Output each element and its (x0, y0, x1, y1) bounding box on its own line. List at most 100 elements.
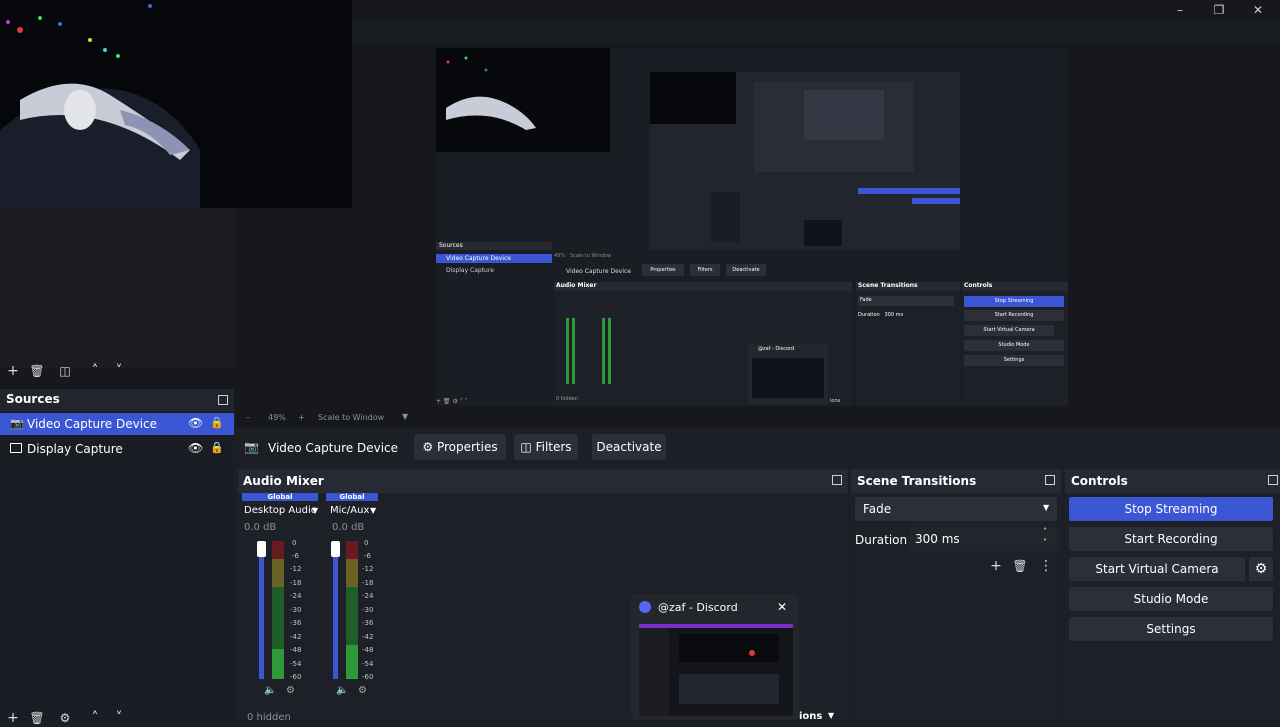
nested-sources-title: Sources (439, 242, 463, 249)
nested-filters: Filters (690, 264, 720, 276)
scene-transitions-dock: Scene Transitions Fade ▼ Duration 300 ms… (851, 469, 1061, 720)
audio-mixer-title: Audio Mixer (243, 474, 324, 488)
virtual-camera-settings-icon[interactable]: ⚙ (1249, 557, 1273, 581)
properties-button[interactable]: ⚙ Properties (414, 434, 506, 460)
controls-dock: Controls Stop Streaming Start Recording … (1065, 469, 1280, 720)
source-up-icon[interactable]: ˄ (86, 709, 104, 727)
scene-transitions-header: Scene Transitions (851, 469, 1061, 493)
source-label: Video Capture Device (27, 417, 158, 431)
zoom-bar: – 49% + Scale to Window ▼ (236, 410, 1280, 428)
channel-name[interactable]: Mic/Aux (330, 505, 369, 516)
audio-mixer-header: Audio Mixer (238, 469, 848, 493)
filters-icon[interactable]: ◫ (56, 362, 74, 380)
nested-toolbar: + 🗑 ⚙ ˄ ˅ (436, 398, 468, 405)
scale-mode[interactable]: Scale to Window (318, 413, 384, 422)
volume-slider-handle[interactable] (331, 541, 340, 557)
discord-thumbnail-popup[interactable]: @zaf - Discord ✕ (631, 594, 799, 720)
chevron-down-icon[interactable]: ▼ (828, 711, 834, 720)
add-transition-icon[interactable]: + (987, 557, 1005, 575)
start-virtual-camera-button[interactable]: Start Virtual Camera (1069, 557, 1245, 581)
transition-value: Fade (863, 502, 892, 516)
discord-title: @zaf - Discord (658, 601, 738, 614)
volume-slider-track[interactable] (259, 541, 264, 679)
nested-start-recording: Start Recording (964, 310, 1064, 321)
eye-icon[interactable]: 👁 (188, 416, 203, 430)
discord-preview (639, 624, 793, 716)
channel-level: 0.0 dB (244, 522, 277, 533)
filters-button[interactable]: ◫ Filters (514, 434, 578, 460)
sources-dock-header: Sources (0, 389, 234, 411)
duration-value: 300 ms (915, 532, 960, 546)
stop-streaming-button[interactable]: Stop Streaming (1069, 497, 1273, 521)
lock-icon[interactable]: 🔒 (210, 416, 224, 429)
channel-level: 0.0 dB (332, 522, 365, 533)
zoom-out-icon[interactable]: – (246, 413, 250, 422)
global-badge: Global (242, 493, 318, 501)
close-icon[interactable]: ✕ (1248, 2, 1268, 18)
transitions-float-icon[interactable] (1045, 475, 1055, 485)
add-scene-icon[interactable]: + (4, 362, 22, 380)
audio-mixer-float-icon[interactable] (832, 475, 842, 485)
scale-mode-dropdown-icon[interactable]: ▼ (402, 412, 408, 421)
mixer-settings-icon[interactable]: ⚙ (286, 685, 295, 696)
nested-duration: Duration 300 ms (858, 312, 904, 318)
monitor-icon (10, 443, 22, 453)
source-item-display-capture[interactable]: Display Capture 👁 🔒 (0, 438, 234, 460)
nested-audio-title: Audio Mixer (556, 282, 597, 289)
sources-title: Sources (6, 392, 60, 406)
channel-name[interactable]: Desktop Audio (244, 505, 317, 516)
source-down-icon[interactable]: ˅ (110, 709, 128, 727)
remove-transition-icon[interactable]: 🗑 (1011, 557, 1029, 575)
eye-icon[interactable]: 👁 (188, 441, 203, 455)
selected-source-label: Video Capture Device (268, 441, 399, 455)
more-options-icon[interactable]: ⋮ (1037, 557, 1055, 575)
source-item-video-capture[interactable]: 📷 Video Capture Device 👁 🔒 (0, 413, 234, 435)
hidden-count: 0 hidden (247, 712, 291, 723)
controls-header: Controls (1065, 469, 1280, 493)
mixer-settings-icon[interactable]: ⚙ (358, 685, 367, 696)
camera-icon: 📷 (244, 440, 259, 454)
volume-slider-handle[interactable] (257, 541, 266, 557)
duration-input[interactable]: 300 ms ˄ ˅ (909, 527, 1057, 551)
source-settings-icon[interactable]: ⚙ (56, 709, 74, 727)
left-dock-background (0, 208, 236, 368)
volume-slider-track[interactable] (333, 541, 338, 679)
spin-up-icon[interactable]: ˄ (1043, 527, 1047, 536)
minimize-icon[interactable]: – (1170, 2, 1190, 18)
start-recording-button[interactable]: Start Recording (1069, 527, 1273, 551)
nested-inner-preview (650, 72, 960, 250)
chevron-down-icon[interactable]: ▼ (370, 506, 376, 515)
nested-controls-title: Controls (964, 282, 993, 289)
restore-icon[interactable]: ❐ (1209, 2, 1229, 18)
nested-hidden: 0 hidden (556, 396, 578, 402)
speaker-icon[interactable]: 🔈 (336, 685, 348, 696)
nested-virtual-camera: Start Virtual Camera (964, 325, 1054, 336)
close-icon[interactable]: ✕ (777, 600, 787, 614)
zoom-in-icon[interactable]: + (298, 413, 305, 422)
camera-icon: 📷 (10, 417, 24, 430)
sources-list: 📷 Video Capture Device 👁 🔒 Display Captu… (0, 411, 234, 726)
move-up-icon[interactable]: ˄ (86, 362, 104, 380)
studio-mode-button[interactable]: Studio Mode (1069, 587, 1273, 611)
meter-scale: 0 -6 -12 -18 -24 -30 -36 -42 -48 -54 -60 (290, 539, 302, 681)
add-source-icon[interactable]: + (4, 709, 22, 727)
settings-button[interactable]: Settings (1069, 617, 1273, 641)
deactivate-button[interactable]: Deactivate (592, 434, 666, 460)
duration-label: Duration (855, 533, 908, 547)
lock-icon[interactable]: 🔒 (210, 441, 224, 454)
chevron-down-icon: ▼ (1043, 503, 1050, 512)
nested-deactivate: Deactivate (726, 264, 766, 276)
discord-icon (639, 601, 651, 613)
transition-select[interactable]: Fade ▼ (855, 497, 1057, 521)
chevron-down-icon[interactable]: ▼ (312, 506, 318, 515)
scene-transitions-title: Scene Transitions (857, 474, 977, 488)
spin-down-icon[interactable]: ˅ (1043, 538, 1047, 547)
move-down-icon[interactable]: ˅ (110, 362, 128, 380)
zoom-level: 49% (268, 413, 286, 422)
sources-float-icon[interactable] (218, 395, 228, 405)
remove-source-icon[interactable]: 🗑 (28, 709, 46, 727)
controls-float-icon[interactable] (1268, 475, 1278, 485)
remove-scene-icon[interactable]: 🗑 (28, 362, 46, 380)
speaker-icon[interactable]: 🔈 (264, 685, 276, 696)
global-badge: Global (326, 493, 378, 501)
